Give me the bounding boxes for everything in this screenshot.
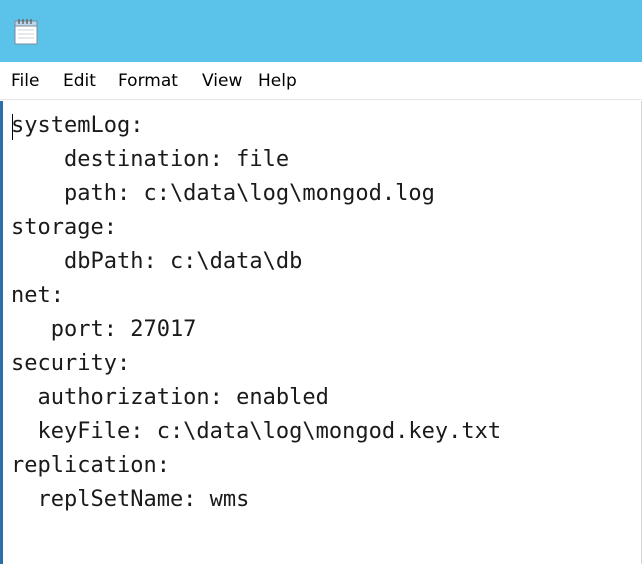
text-line[interactable]: net:: [11, 282, 64, 310]
text-line[interactable]: replication:: [11, 452, 170, 480]
text-line[interactable]: path: c:\data\log\mongod.log: [11, 180, 435, 208]
text-line[interactable]: port: 27017: [11, 316, 197, 344]
text-line[interactable]: dbPath: c:\data\db: [11, 248, 302, 276]
text-line[interactable]: security:: [11, 350, 130, 378]
text-line[interactable]: storage:: [11, 214, 117, 242]
notepad-window: File Edit Format View Help systemLog: de…: [0, 0, 642, 564]
text-line[interactable]: keyFile: c:\data\log\mongod.key.txt: [11, 418, 501, 446]
menu-edit[interactable]: Edit: [63, 70, 96, 92]
title-bar[interactable]: [0, 0, 642, 62]
text-line[interactable]: replSetName: wms: [11, 486, 249, 514]
notepad-icon[interactable]: [14, 18, 38, 45]
menu-view[interactable]: View: [202, 70, 242, 92]
menu-bar: File Edit Format View Help: [0, 62, 642, 100]
text-line[interactable]: authorization: enabled: [11, 384, 328, 412]
text-line[interactable]: destination: file: [11, 146, 289, 174]
menu-help[interactable]: Help: [258, 70, 297, 92]
editor-left-border: [0, 101, 3, 564]
text-line[interactable]: systemLog:: [11, 112, 143, 140]
menu-file[interactable]: File: [11, 70, 39, 92]
menu-format[interactable]: Format: [118, 70, 178, 92]
text-caret: [12, 114, 13, 140]
